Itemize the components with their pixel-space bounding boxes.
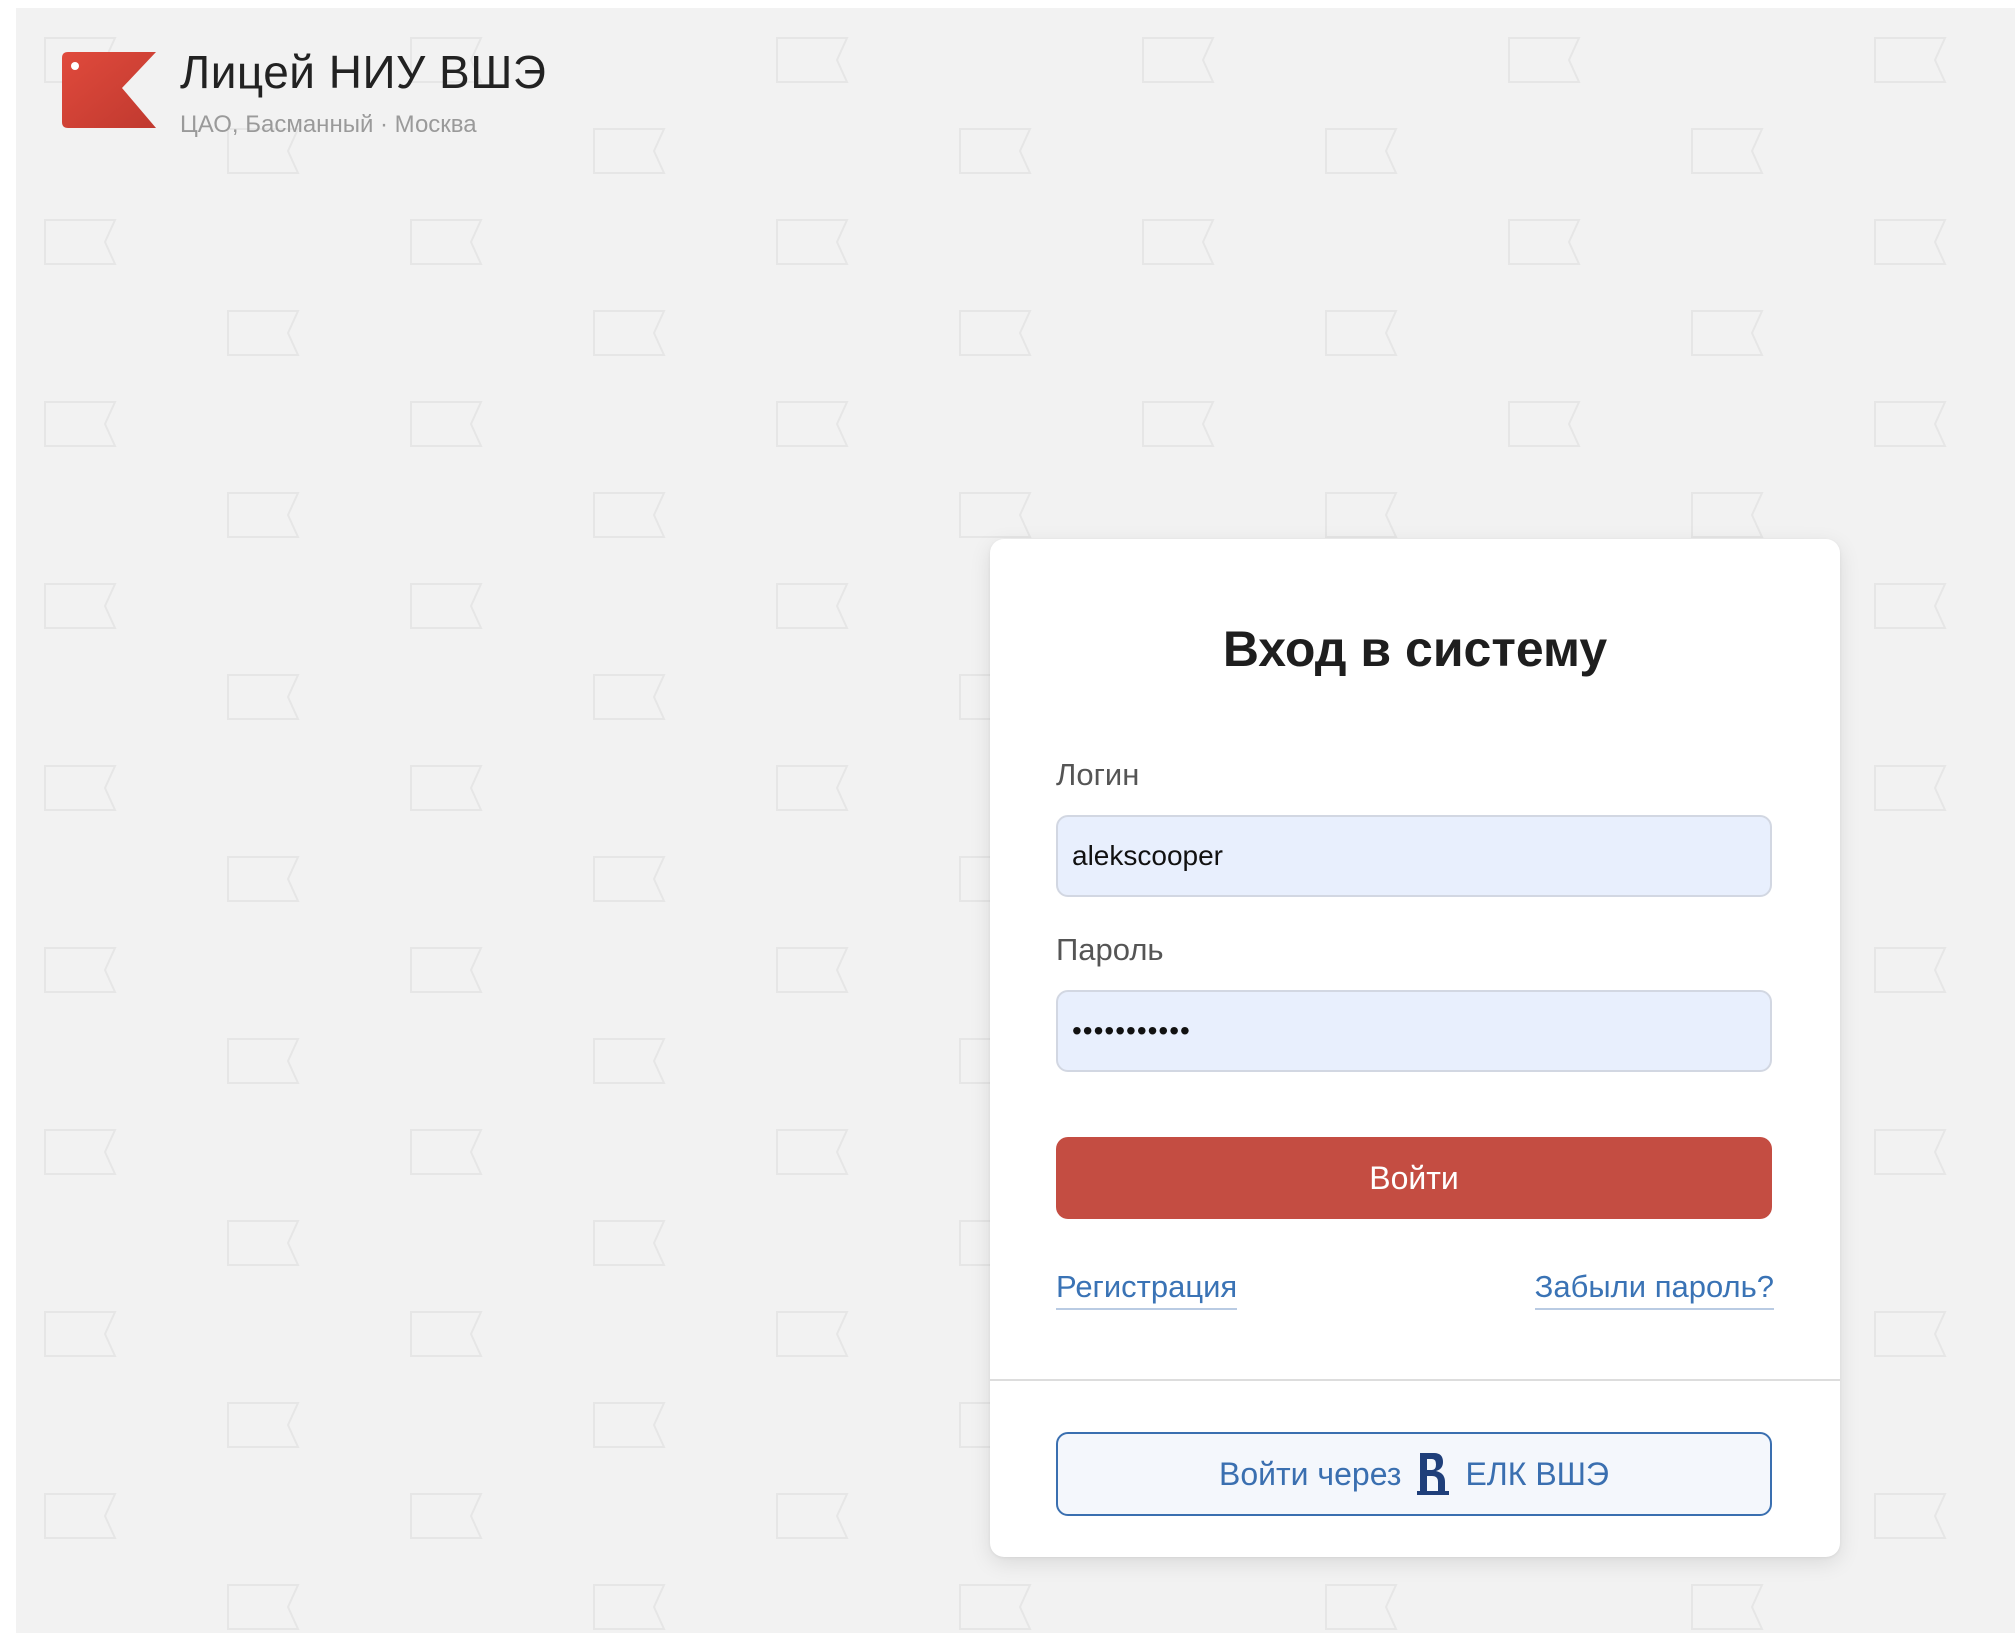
lyceum-flag-logo-icon — [62, 52, 156, 128]
login-label: Логин — [1056, 757, 1140, 792]
password-input[interactable] — [1056, 990, 1772, 1072]
login-card: Вход в систему Логин Пароль Войти Регист… — [990, 539, 1840, 1557]
login-button[interactable]: Войти — [1056, 1137, 1772, 1219]
login-title: Вход в систему — [1222, 621, 1608, 677]
school-location: ЦАО, Басманный · Москва — [180, 111, 477, 138]
login-page: Лицей НИУ ВШЭ ЦАО, Басманный · Москва Вх… — [16, 8, 2015, 1633]
brand-header: Лицей НИУ ВШЭ ЦАО, Басманный · Москва — [62, 44, 546, 140]
divider — [990, 1379, 1840, 1381]
forgot-password-link[interactable]: Забыли пароль? — [1534, 1267, 1774, 1310]
register-link[interactable]: Регистрация — [1056, 1267, 1238, 1310]
school-name: Лицей НИУ ВШЭ — [180, 46, 547, 98]
brand-text: Лицей НИУ ВШЭ ЦАО, Басманный · Москва — [180, 44, 546, 140]
password-label: Пароль — [1056, 932, 1164, 967]
login-input[interactable] — [1056, 815, 1772, 897]
sso-suffix: ЕЛК ВШЭ — [1465, 1455, 1609, 1492]
sso-prefix: Войти через — [1218, 1455, 1402, 1492]
hse-logo-icon — [1417, 1453, 1450, 1495]
hse-sso-button[interactable]: Войти через ЕЛК ВШЭ — [1056, 1432, 1772, 1516]
